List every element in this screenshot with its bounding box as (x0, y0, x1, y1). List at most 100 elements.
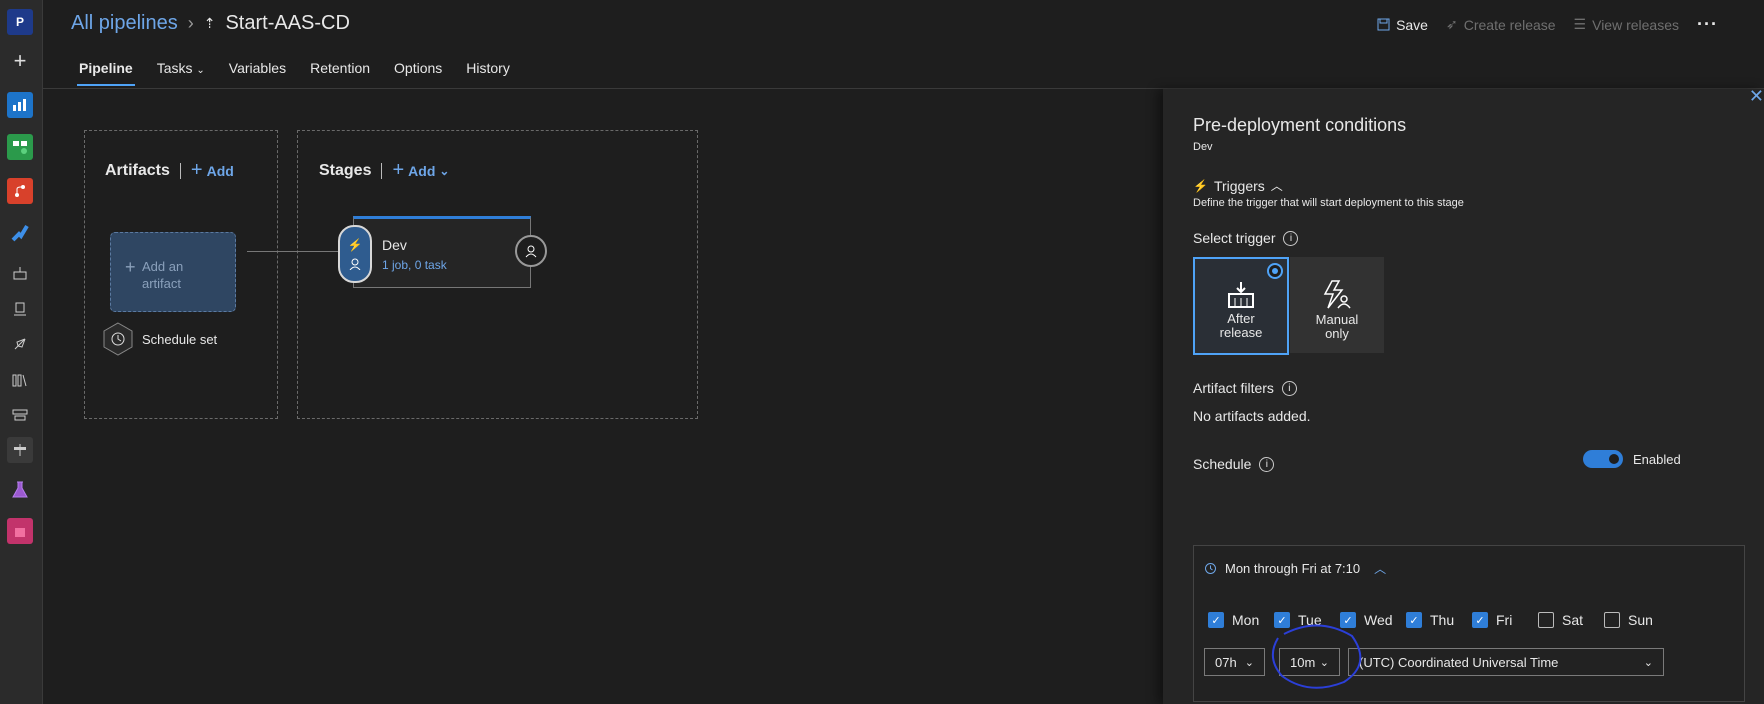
toolbar-actions: Save ➶ Create release ☰ View releases ··… (1377, 14, 1718, 35)
tab-history[interactable]: History (454, 58, 522, 86)
pipeline-name[interactable]: Start-AAS-CD (225, 12, 349, 35)
triggers-section-toggle[interactable]: ⚡ Triggers ︿ (1193, 177, 1283, 194)
day-label: Sat (1562, 612, 1584, 628)
schedule-details: Mon through Fri at 7:10 ︿ ✓ Mon ✓ Tue ✓ Wed… (1193, 545, 1745, 702)
deploy-rocket-icon[interactable] (7, 331, 33, 357)
tab-pipeline[interactable]: Pipeline (67, 58, 145, 86)
lightning-icon: ⚡ (347, 238, 363, 252)
schedule-summary-toggle[interactable]: Mon through Fri at 7:10 ︿ (1204, 560, 1386, 577)
top-bar: All pipelines › ⇡ Start-AAS-CD Save ➶ Cr… (43, 0, 1764, 89)
pre-deployment-conditions-button[interactable]: ⚡ (338, 225, 372, 283)
project-initial: P (15, 15, 24, 29)
tab-retention[interactable]: Retention (298, 58, 382, 86)
hour-value: 07h (1215, 654, 1237, 670)
plus-icon: + (392, 159, 405, 181)
checkbox-checked[interactable]: ✓ (1406, 612, 1422, 628)
boards-icon[interactable] (7, 134, 33, 160)
day-checkbox-fri[interactable]: ✓ Fri (1472, 612, 1512, 628)
schedule-set-button[interactable]: Schedule set (102, 322, 217, 356)
tab-tasks[interactable]: Tasks ⌄ (145, 58, 217, 86)
tab-options[interactable]: Options (382, 58, 454, 86)
schedule-label: Schedule (1193, 456, 1252, 472)
more-actions-button[interactable]: ··· (1697, 14, 1718, 35)
info-icon[interactable]: i (1283, 230, 1299, 246)
schedule-enabled-toggle[interactable]: Enabled (1583, 450, 1681, 468)
save-button[interactable]: Save (1377, 17, 1428, 33)
day-checkbox-thu[interactable]: ✓ Thu (1406, 612, 1454, 628)
post-deployment-conditions-button[interactable] (515, 235, 547, 267)
triggers-label: Triggers (1213, 177, 1265, 194)
artifact-filters-label: Artifact filters (1193, 380, 1274, 396)
radio-selected[interactable] (1267, 263, 1283, 279)
artifacts-label: Artifacts (105, 161, 170, 179)
chevron-up-icon: ︿ (1270, 179, 1283, 193)
divider (179, 162, 181, 179)
checkbox-checked[interactable]: ✓ (1472, 612, 1488, 628)
library-icon[interactable] (7, 367, 33, 393)
select-trigger-row: Select trigger i (1193, 230, 1299, 246)
day-checkbox-mon[interactable]: ✓ Mon (1208, 612, 1259, 628)
releases-icon[interactable] (7, 296, 33, 322)
plus-icon: + (190, 159, 203, 181)
project-avatar[interactable]: P (7, 9, 33, 35)
add-artifact-button[interactable]: + Add (191, 159, 234, 182)
stage-card-dev[interactable]: Dev 1 job, 0 task (353, 216, 531, 288)
schedule-summary: Mon through Fri at 7:10 (1225, 561, 1361, 576)
manual-only-line1: Manual (1315, 312, 1359, 327)
info-icon[interactable]: i (1259, 456, 1275, 472)
stage-summary[interactable]: 1 job, 0 task (382, 258, 447, 272)
timezone-dropdown[interactable]: (UTC) Coordinated Universal Time ⌄ (1348, 648, 1664, 676)
checkbox-checked[interactable]: ✓ (1208, 612, 1224, 628)
tab-bar: Pipeline Tasks ⌄ Variables Retention Opt… (67, 58, 522, 86)
chevron-down-icon: ⌄ (196, 65, 205, 76)
chevron-up-icon: ︿ (1374, 562, 1387, 576)
pipeline-canvas: Artifacts + Add Stages + Add ⌄ + Add an ar… (43, 89, 1163, 704)
divider (381, 162, 383, 179)
timezone-value: (UTC) Coordinated Universal Time (1359, 654, 1559, 670)
tab-variables[interactable]: Variables (217, 58, 298, 86)
repos-icon[interactable] (7, 178, 33, 204)
trigger-option-manual-only[interactable]: Manual only (1290, 257, 1384, 353)
checkbox-unchecked[interactable] (1538, 612, 1554, 628)
schedule-set-label: Schedule set (142, 331, 218, 347)
day-label: Mon (1232, 612, 1260, 628)
toggle-switch[interactable] (1583, 450, 1623, 468)
info-icon[interactable]: i (1281, 380, 1297, 396)
overview-icon[interactable] (7, 92, 33, 118)
after-release-line1: After (1227, 311, 1255, 326)
test-plans-icon[interactable] (7, 477, 33, 503)
pre-deployment-conditions-panel: ✕ Pre-deployment conditions Dev ⚡ Trigge… (1163, 86, 1764, 704)
create-release-button[interactable]: ➶ Create release (1446, 16, 1556, 33)
save-icon (1377, 18, 1390, 31)
manual-only-line2: only (1325, 326, 1349, 341)
manual-trigger-icon (1323, 280, 1351, 309)
pipelines-icon[interactable] (7, 220, 33, 246)
add-stage-label: Add (408, 162, 436, 179)
create-release-label: Create release (1463, 16, 1556, 33)
checkbox-unchecked[interactable] (1604, 612, 1620, 628)
artifact-placeholder-line2: artifact (142, 276, 182, 291)
trigger-option-after-release[interactable]: After release (1193, 257, 1289, 355)
new-plus-icon[interactable]: + (7, 48, 33, 74)
task-groups-icon[interactable] (7, 402, 33, 428)
hour-dropdown[interactable]: 07h ⌄ (1204, 648, 1265, 676)
chevron-down-icon: ⌄ (1244, 656, 1254, 669)
add-artifact-placeholder[interactable]: + Add an artifact (110, 232, 236, 312)
view-releases-button[interactable]: ☰ View releases (1574, 16, 1679, 33)
no-artifacts-text: No artifacts added. (1193, 408, 1311, 424)
all-pipelines-link[interactable]: All pipelines (71, 12, 178, 35)
close-icon[interactable]: ✕ (1749, 86, 1764, 107)
day-label: Thu (1430, 612, 1455, 628)
lightning-icon: ⚡ (1193, 178, 1208, 193)
day-checkbox-sun[interactable]: Sun (1604, 612, 1653, 628)
add-artifact-label: Add (206, 162, 234, 179)
day-checkbox-sat[interactable]: Sat (1538, 612, 1583, 628)
pipeline-icon: ⇡ (203, 15, 216, 31)
connector-line (247, 251, 342, 252)
environments-icon[interactable] (7, 260, 33, 286)
add-stage-button[interactable]: + Add ⌄ (392, 159, 449, 182)
day-label: Fri (1496, 612, 1513, 628)
stages-label: Stages (319, 161, 372, 179)
deployment-groups-icon[interactable] (7, 437, 33, 463)
artifacts-icon[interactable] (7, 518, 33, 544)
